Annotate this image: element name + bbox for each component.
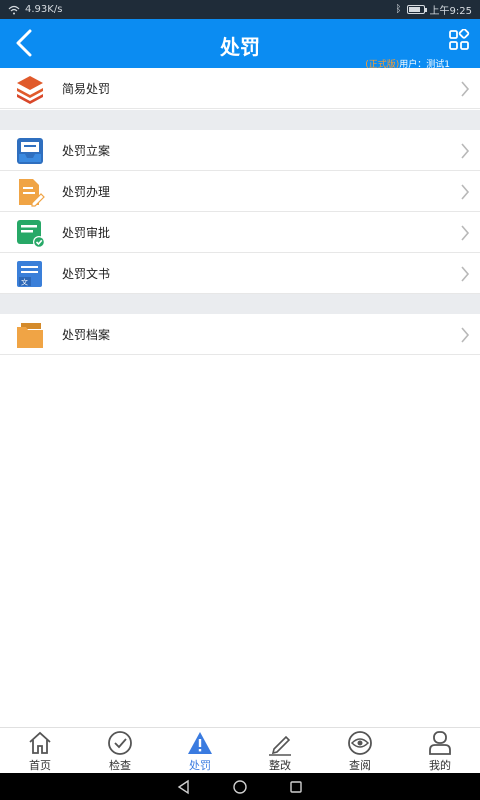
menu-item-label: 处罚立案 bbox=[62, 144, 111, 158]
nav-label: 我的 bbox=[429, 759, 451, 772]
bluetooth-icon: ᛒ bbox=[395, 4, 402, 15]
layers-icon bbox=[17, 76, 43, 104]
chevron-right-icon bbox=[461, 81, 470, 97]
nav-label: 首页 bbox=[29, 759, 51, 772]
pencil-icon bbox=[269, 735, 291, 756]
chevron-right-icon bbox=[461, 143, 470, 159]
section-divider bbox=[0, 110, 480, 130]
chevron-right-icon bbox=[461, 225, 470, 241]
nav-item-mine[interactable]: 我的 bbox=[400, 728, 480, 773]
nav-label: 查阅 bbox=[349, 759, 371, 772]
check-circle-icon bbox=[108, 731, 132, 755]
chevron-right-icon bbox=[461, 184, 470, 200]
network-speed: 4.93K/s bbox=[25, 4, 63, 15]
system-back-icon[interactable] bbox=[176, 779, 192, 795]
nav-label: 检查 bbox=[109, 759, 131, 772]
menu-item-label: 处罚办理 bbox=[62, 185, 111, 199]
menu-item-label: 处罚文书 bbox=[62, 267, 111, 281]
menu-section-archive: 处罚档案 bbox=[0, 314, 480, 355]
nav-item-rectify[interactable]: 整改 bbox=[240, 728, 320, 773]
nav-label: 处罚 bbox=[189, 759, 211, 772]
nav-label: 整改 bbox=[269, 759, 291, 772]
chevron-right-icon bbox=[461, 266, 470, 282]
home-icon bbox=[29, 731, 51, 754]
inbox-icon bbox=[17, 138, 43, 164]
menu-item-case-approval[interactable]: 处罚审批 bbox=[0, 212, 480, 253]
menu-section-process: 处罚立案 处罚办理 处罚审批 文 处罚文书 bbox=[0, 130, 480, 294]
menu-item-case-archive[interactable]: 处罚档案 bbox=[0, 314, 480, 355]
menu-item-label: 简易处罚 bbox=[62, 82, 111, 96]
user-icon bbox=[429, 731, 451, 755]
page-title: 处罚 bbox=[220, 35, 260, 59]
app-header: 处罚 (正式版)用户：测试1 bbox=[0, 19, 480, 70]
wifi-icon bbox=[8, 5, 20, 14]
menu-item-label: 处罚档案 bbox=[62, 328, 111, 342]
menu-item-case-handling[interactable]: 处罚办理 bbox=[0, 171, 480, 212]
system-recent-apps-icon[interactable] bbox=[288, 779, 304, 795]
nav-item-home[interactable]: 首页 bbox=[0, 728, 80, 773]
menu-item-simple-penalty[interactable]: 简易处罚 bbox=[0, 68, 480, 109]
folder-icon bbox=[17, 323, 43, 348]
chevron-right-icon bbox=[461, 327, 470, 343]
menu-section-simple: 简易处罚 bbox=[0, 68, 480, 109]
system-nav-bar bbox=[0, 773, 480, 800]
warning-icon bbox=[188, 732, 212, 754]
approval-icon bbox=[17, 220, 45, 248]
svg-text:文: 文 bbox=[21, 278, 28, 287]
nav-item-penalty[interactable]: 处罚 bbox=[160, 728, 240, 773]
system-home-icon[interactable] bbox=[232, 779, 248, 795]
document-text-icon: 文 bbox=[17, 261, 42, 287]
menu-item-case-filing[interactable]: 处罚立案 bbox=[0, 130, 480, 171]
grid-icon bbox=[449, 28, 470, 50]
nav-item-inspect[interactable]: 检查 bbox=[80, 728, 160, 773]
bottom-nav: 首页 检查 处罚 整改 查阅 我的 bbox=[0, 727, 480, 773]
grid-menu-button[interactable] bbox=[448, 28, 470, 51]
section-divider bbox=[0, 294, 480, 314]
nav-item-view[interactable]: 查阅 bbox=[320, 728, 400, 773]
status-time: 上午9:25 bbox=[429, 6, 472, 17]
menu-item-label: 处罚审批 bbox=[62, 226, 111, 240]
document-edit-icon bbox=[19, 179, 45, 207]
status-bar: 4.93K/s ᛒ 上午9:25 bbox=[0, 0, 480, 19]
eye-icon bbox=[348, 731, 372, 755]
menu-item-case-documents[interactable]: 文 处罚文书 bbox=[0, 253, 480, 294]
battery-icon bbox=[406, 5, 427, 14]
